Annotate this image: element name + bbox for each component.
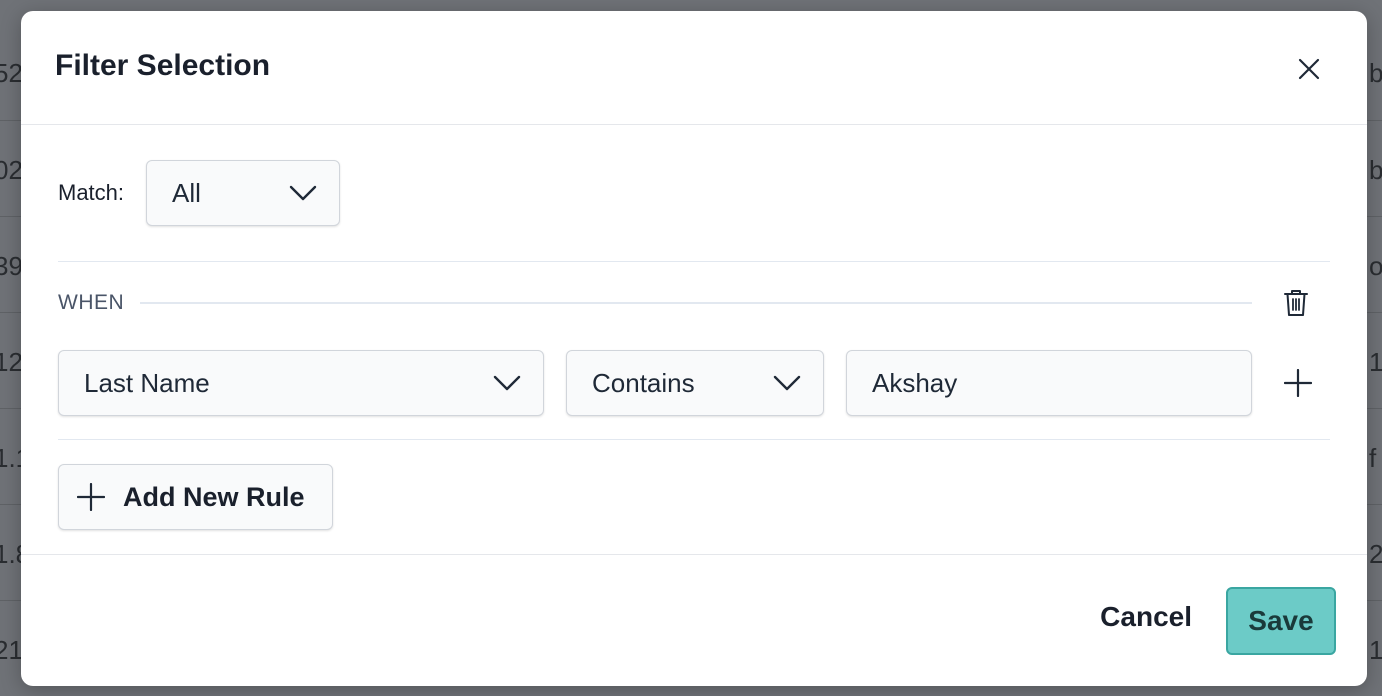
bg-cell: b [1369,58,1382,88]
close-button[interactable] [1291,51,1327,87]
bg-cell: 21 [0,635,23,665]
bg-cell: b [1369,155,1382,185]
close-icon [1298,58,1320,80]
chevron-down-icon [773,375,801,391]
bg-cell: 1 [1369,635,1382,665]
match-label: Match: [58,180,125,205]
bg-cell: o2 [1369,251,1382,281]
operator-select-value: Contains [592,367,695,398]
chevron-down-icon [289,185,317,201]
match-select-value: All [172,177,201,208]
bg-cell: 1 [1369,347,1382,377]
when-label: WHEN [58,291,125,314]
when-divider [140,302,1252,304]
rule-value-input[interactable] [846,350,1252,416]
add-new-rule-label: Add New Rule [123,481,305,512]
modal-title: Filter Selection [55,49,271,82]
divider [58,261,1330,262]
when-row: WHEN [58,283,1330,323]
bg-cell: 39 [0,251,23,281]
add-condition-button[interactable] [1280,365,1316,401]
divider [58,439,1330,440]
chevron-down-icon [493,375,521,391]
field-select[interactable]: Last Name [58,350,544,416]
bg-cell: f [1369,443,1377,473]
save-button[interactable]: Save [1226,587,1336,655]
trash-icon [1284,290,1308,316]
bg-cell: 2 [1369,539,1382,569]
operator-select[interactable]: Contains [566,350,824,416]
match-row: Match: All [58,160,341,226]
filter-modal: Filter Selection Match: All WHEN Last Na… [21,11,1367,686]
match-select[interactable]: All [146,160,341,226]
plus-icon [1284,369,1312,397]
rule-row: Last Name Contains [58,350,1330,416]
field-select-value: Last Name [84,367,210,398]
add-new-rule-button[interactable]: Add New Rule [58,464,333,530]
delete-group-button[interactable] [1278,285,1314,321]
bg-cell: 02 [0,155,23,185]
bg-cell: 52 [0,58,23,88]
bg-cell: 12 [0,347,23,377]
cancel-button[interactable]: Cancel [1100,601,1192,633]
modal-footer: Cancel Save [21,554,1367,686]
modal-header: Filter Selection [21,11,1367,125]
plus-icon [77,483,105,511]
